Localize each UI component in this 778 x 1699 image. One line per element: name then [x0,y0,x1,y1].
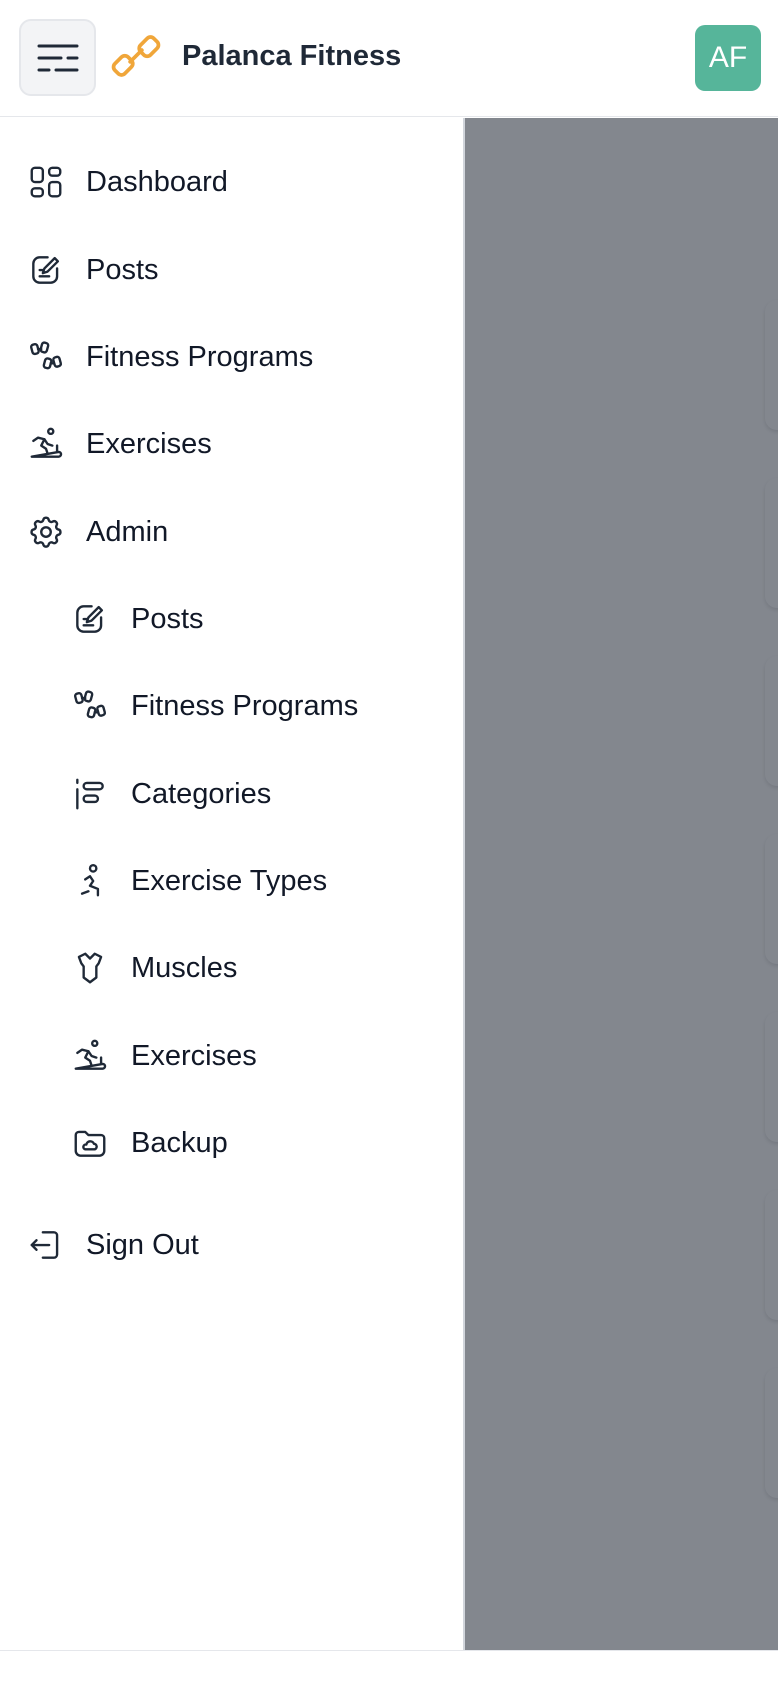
stretching-icon [71,862,109,900]
app-header: Palanca Fitness AF [0,0,778,117]
folder-cloud-icon [71,1124,109,1162]
nav-item-label: Dashboard [86,165,228,198]
nav-item-label: Exercises [86,427,212,460]
bottom-bar [0,1650,778,1699]
avatar[interactable]: AF [695,25,761,91]
nav-subitem-categories[interactable]: Categories [71,764,271,824]
edit-note-icon [71,600,109,638]
gear-icon [27,513,65,551]
nav-subitem-muscles[interactable]: Muscles [71,938,237,998]
nav-item-label: Backup [131,1126,228,1159]
nav-item-label: Muscles [131,951,238,984]
nav-subitem-backup[interactable]: Backup [71,1113,228,1173]
nav-item-label: Posts [131,602,204,635]
nav-item-label: Fitness Programs [131,689,359,722]
nav-item-label: Categories [131,777,272,810]
nav-item-exercises[interactable]: Exercises [27,414,212,474]
align-left-icon [71,775,109,813]
nav-subitem-exercises[interactable]: Exercises [71,1026,257,1086]
nav-item-fitness-programs[interactable]: Fitness Programs [27,327,313,387]
nav-subitem-posts[interactable]: Posts [71,589,204,649]
side-drawer: Dashboard Posts Fitness Programs Exercis… [0,118,465,1650]
nav-item-posts[interactable]: Posts [27,240,159,300]
sign-out-button[interactable]: Sign Out [27,1215,199,1275]
nav-item-admin[interactable]: Admin [27,502,168,562]
drawer-backdrop[interactable] [465,118,778,1650]
shirt-icon [71,949,109,987]
nav-subitem-fitness-programs[interactable]: Fitness Programs [71,676,358,736]
nav-item-label: Exercise Types [131,864,328,897]
treadmill-icon [71,1037,109,1075]
edit-note-icon [27,251,65,289]
dumbbell-logo-icon [108,28,164,84]
nav-item-label: Admin [86,515,169,548]
treadmill-icon [27,425,65,463]
menu-toggle-button[interactable] [19,19,96,96]
menu-icon [36,42,80,74]
sign-out-label: Sign Out [86,1228,199,1261]
dumbbells-icon [71,687,109,725]
nav-item-label: Fitness Programs [86,340,314,373]
dumbbells-icon [27,338,65,376]
nav-subitem-exercise-types[interactable]: Exercise Types [71,851,327,911]
nav-item-label: Posts [86,253,159,286]
logout-icon [27,1226,65,1264]
app-title[interactable]: Palanca Fitness [182,40,401,73]
dashboard-icon [27,163,65,201]
nav-item-label: Exercises [131,1039,257,1072]
nav-item-dashboard[interactable]: Dashboard [27,152,228,212]
